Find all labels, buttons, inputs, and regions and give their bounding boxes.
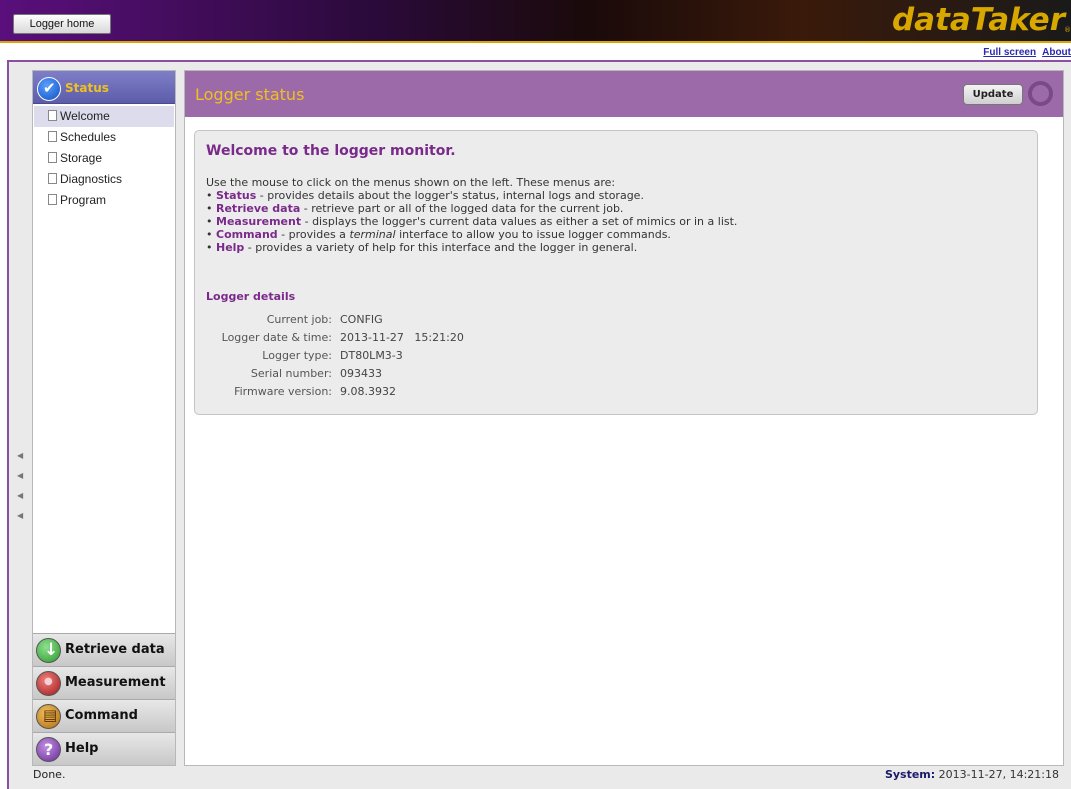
logger-details-heading: Logger details (206, 290, 296, 303)
collapse-arrow-icon[interactable]: ◀ (17, 486, 25, 506)
sidebar-section-command[interactable]: Command (33, 699, 175, 732)
logger-home-button[interactable]: Logger home (13, 14, 111, 34)
status-text: Done. (33, 768, 66, 781)
document-icon (48, 194, 57, 205)
bullet-name: Help (216, 241, 245, 254)
bullet-status: • Status - provides details about the lo… (206, 189, 644, 202)
detail-label: Firmware version: (234, 385, 332, 398)
detail-value: 2013-11-27 15:21:20 (340, 331, 464, 344)
bullet-text: - displays the logger's current data val… (301, 215, 738, 228)
system-value: 2013-11-27, 14:21:18 (938, 768, 1059, 781)
top-header-bar: Logger home dataTaker ® (0, 0, 1071, 43)
detail-row: Logger type: DT80LM3-3 (195, 349, 795, 367)
bullet-name: Measurement (216, 215, 302, 228)
bullet-text: - provides a (277, 228, 350, 241)
detail-label: Current job: (266, 313, 332, 326)
bullet-help: • Help - provides a variety of help for … (206, 241, 638, 254)
welcome-heading: Welcome to the logger monitor. (206, 143, 456, 159)
collapse-arrow-icon[interactable]: ◀ (17, 506, 25, 526)
detail-label: Serial number: (250, 367, 332, 380)
datataker-logo: dataTaker (891, 2, 1065, 38)
busy-indicator-icon (1028, 81, 1053, 106)
main-content: Logger status Update Welcome to the logg… (184, 70, 1064, 766)
sidebar-section-label: Help (65, 741, 99, 756)
intro-text: Use the mouse to click on the menus show… (206, 176, 616, 189)
sidebar-section-measurement[interactable]: Measurement (33, 666, 175, 699)
detail-row: Serial number: 093433 (195, 367, 795, 385)
sidebar-item-label: Storage (60, 151, 103, 165)
collapse-arrow-icon[interactable]: ◀ (17, 446, 25, 466)
system-label: System: (884, 768, 936, 781)
detail-label: Logger type: (262, 349, 332, 362)
collapse-handles[interactable]: ◀ ◀ ◀ ◀ (17, 446, 25, 526)
sidebar-item-welcome[interactable]: Welcome (34, 106, 174, 127)
bullet-text: - retrieve part or all of the logged dat… (300, 202, 624, 215)
terminal-icon (36, 704, 61, 729)
document-icon (48, 110, 57, 121)
about-link[interactable]: About (1042, 47, 1071, 58)
bullet-name: Retrieve data (216, 202, 301, 215)
sidebar: Status Welcome Schedules Storage Diagnos… (32, 70, 176, 766)
document-icon (48, 173, 57, 184)
welcome-panel: Welcome to the logger monitor. Use the m… (194, 130, 1038, 415)
top-links: Full screen About (977, 47, 1071, 58)
bullet-name: Command (216, 228, 278, 241)
detail-value: 093433 (340, 367, 382, 380)
sidebar-item-label: Diagnostics (60, 172, 123, 186)
sidebar-item-storage[interactable]: Storage (34, 148, 174, 169)
sidebar-section-status[interactable]: Status (33, 71, 175, 104)
registered-mark: ® (1064, 26, 1071, 34)
bullet-command: • Command - provides a terminal interfac… (206, 228, 671, 241)
detail-label: Logger date & time: (221, 331, 332, 344)
gauge-icon (36, 671, 61, 696)
full-screen-link[interactable]: Full screen (983, 47, 1036, 58)
sidebar-item-schedules[interactable]: Schedules (34, 127, 174, 148)
sidebar-item-label: Welcome (60, 109, 110, 123)
sidebar-item-label: Schedules (60, 130, 117, 144)
bullet-text: - provides a variety of help for this in… (244, 241, 638, 254)
sidebar-item-program[interactable]: Program (34, 190, 174, 211)
page-title: Logger status (195, 85, 305, 104)
system-time: System: 2013-11-27, 14:21:18 (885, 768, 1059, 781)
bullet-measurement: • Measurement - displays the logger's cu… (206, 215, 738, 228)
sidebar-section-retrieve-data[interactable]: Retrieve data (33, 633, 175, 666)
help-icon (36, 737, 61, 762)
sidebar-item-diagnostics[interactable]: Diagnostics (34, 169, 174, 190)
download-icon (36, 638, 61, 663)
collapse-arrow-icon[interactable]: ◀ (17, 466, 25, 486)
bullet-text: - provides details about the logger's st… (256, 189, 644, 202)
bullet-retrieve-data: • Retrieve data - retrieve part or all o… (206, 202, 624, 215)
bullet-text: interface to allow you to issue logger c… (395, 228, 671, 241)
update-button[interactable]: Update (963, 84, 1023, 105)
sidebar-section-label: Retrieve data (65, 642, 165, 657)
sidebar-section-label: Measurement (65, 675, 166, 690)
main-header: Logger status Update (185, 71, 1063, 117)
detail-value: DT80LM3-3 (340, 349, 403, 362)
document-icon (48, 152, 57, 163)
sidebar-item-label: Program (60, 193, 107, 207)
detail-value: CONFIG (340, 313, 383, 326)
detail-row: Logger date & time: 2013-11-27 15:21:20 (195, 331, 795, 349)
bullet-emphasis: terminal (349, 228, 396, 241)
detail-row: Current job: CONFIG (195, 313, 795, 331)
bullet-name: Status (216, 189, 257, 202)
sidebar-section-label: Status (65, 81, 109, 95)
detail-row: Firmware version: 9.08.3932 (195, 385, 795, 403)
document-icon (48, 131, 57, 142)
detail-value: 9.08.3932 (340, 385, 396, 398)
sidebar-section-help[interactable]: Help (33, 732, 175, 765)
checkmark-icon (37, 77, 61, 101)
sidebar-section-label: Command (65, 708, 138, 723)
